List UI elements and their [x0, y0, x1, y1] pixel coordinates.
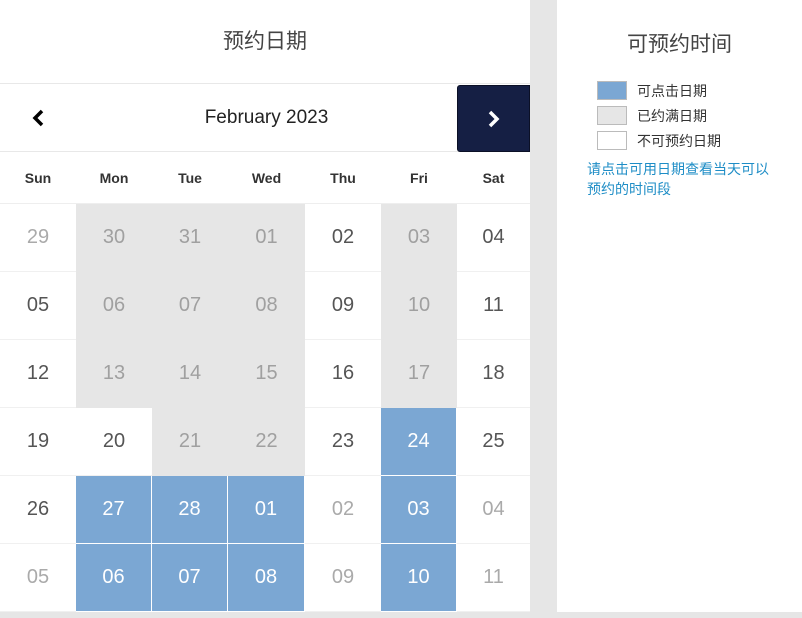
calendar-grid: 29 30 31 01 02 03 04 05 06 07 08 09 10 11 12 13 14 15 16 17…: [0, 204, 530, 612]
day-cell-available[interactable]: 10: [381, 544, 457, 612]
day-cell-full: 07: [152, 272, 228, 340]
legend-swatch: [597, 106, 627, 125]
day-cell-full: 01: [228, 204, 305, 272]
day-cell-available[interactable]: 27: [76, 476, 152, 544]
availability-panel: 可预约时间 可点击日期已约满日期不可预约日期 请点击可用日期查看当天可以预约的时…: [557, 0, 802, 612]
day-cell-full: 08: [228, 272, 305, 340]
day-cell-unavailable: 09: [305, 544, 381, 612]
day-cell-full: 30: [76, 204, 152, 272]
day-cell-unavailable: 29: [0, 204, 76, 272]
day-cell-unavailable: 25: [457, 408, 530, 476]
legend-item: 不可预约日期: [597, 128, 802, 153]
weekday-header: Sun Mon Tue Wed Thu Fri Sat: [0, 152, 530, 204]
day-cell-unavailable: 02: [305, 204, 381, 272]
day-cell-available[interactable]: 28: [152, 476, 228, 544]
day-cell-unavailable: 26: [0, 476, 76, 544]
legend-item: 已约满日期: [597, 103, 802, 128]
prev-month-button[interactable]: [0, 84, 76, 151]
weekday-sun: Sun: [24, 170, 52, 186]
availability-title: 可预约时间: [627, 32, 732, 56]
day-cell-unavailable: 11: [457, 272, 530, 340]
day-cell-unavailable: 12: [0, 340, 76, 408]
day-cell-unavailable: 04: [457, 204, 530, 272]
info-text: 请点击可用日期查看当天可以预约的时间段: [587, 161, 769, 197]
month-label: February 2023: [204, 107, 329, 128]
weekday-tue: Tue: [178, 170, 202, 186]
day-cell-full: 13: [76, 340, 152, 408]
day-cell-full: 31: [152, 204, 228, 272]
day-cell-unavailable: 16: [305, 340, 381, 408]
day-cell-unavailable: 23: [305, 408, 381, 476]
day-cell-full: 06: [76, 272, 152, 340]
day-cell-unavailable: 05: [0, 272, 76, 340]
next-month-button[interactable]: [457, 85, 530, 152]
weekday-mon: Mon: [99, 170, 129, 186]
chevron-right-icon: [488, 110, 499, 127]
weekday-sat: Sat: [482, 170, 505, 186]
day-cell-full: 17: [381, 340, 457, 408]
legend-swatch: [597, 131, 627, 150]
day-cell-unavailable: 09: [305, 272, 381, 340]
legend: 可点击日期已约满日期不可预约日期: [557, 78, 802, 153]
chevron-left-icon: [32, 109, 44, 126]
day-cell-available[interactable]: 06: [76, 544, 152, 612]
month-nav: February 2023: [0, 84, 530, 152]
weekday-wed: Wed: [251, 170, 282, 186]
day-cell-unavailable: 04: [457, 476, 530, 544]
day-cell-available[interactable]: 01: [228, 476, 305, 544]
day-cell-full: 10: [381, 272, 457, 340]
legend-label: 可点击日期: [637, 82, 707, 99]
day-cell-unavailable: 02: [305, 476, 381, 544]
legend-label: 不可预约日期: [637, 132, 721, 149]
weekday-thu: Thu: [330, 170, 356, 186]
day-cell-unavailable: 20: [76, 408, 152, 476]
day-cell-full: 03: [381, 204, 457, 272]
legend-swatch: [597, 81, 627, 100]
day-cell-full: 22: [228, 408, 305, 476]
day-cell-full: 21: [152, 408, 228, 476]
legend-label: 已约满日期: [637, 107, 707, 124]
day-cell-available[interactable]: 03: [381, 476, 457, 544]
legend-item: 可点击日期: [597, 78, 802, 103]
day-cell-unavailable: 11: [457, 544, 530, 612]
day-cell-available[interactable]: 24: [381, 408, 457, 476]
day-cell-available[interactable]: 07: [152, 544, 228, 612]
weekday-fri: Fri: [410, 170, 428, 186]
day-cell-unavailable: 18: [457, 340, 530, 408]
calendar-title: 预约日期: [0, 0, 530, 84]
day-cell-full: 15: [228, 340, 305, 408]
day-cell-unavailable: 05: [0, 544, 76, 612]
day-cell-full: 14: [152, 340, 228, 408]
calendar-panel: 预约日期 February 2023 Sun Mon Tue Wed Thu Fri Sat…: [0, 0, 530, 612]
day-cell-unavailable: 19: [0, 408, 76, 476]
day-cell-available[interactable]: 08: [228, 544, 305, 612]
